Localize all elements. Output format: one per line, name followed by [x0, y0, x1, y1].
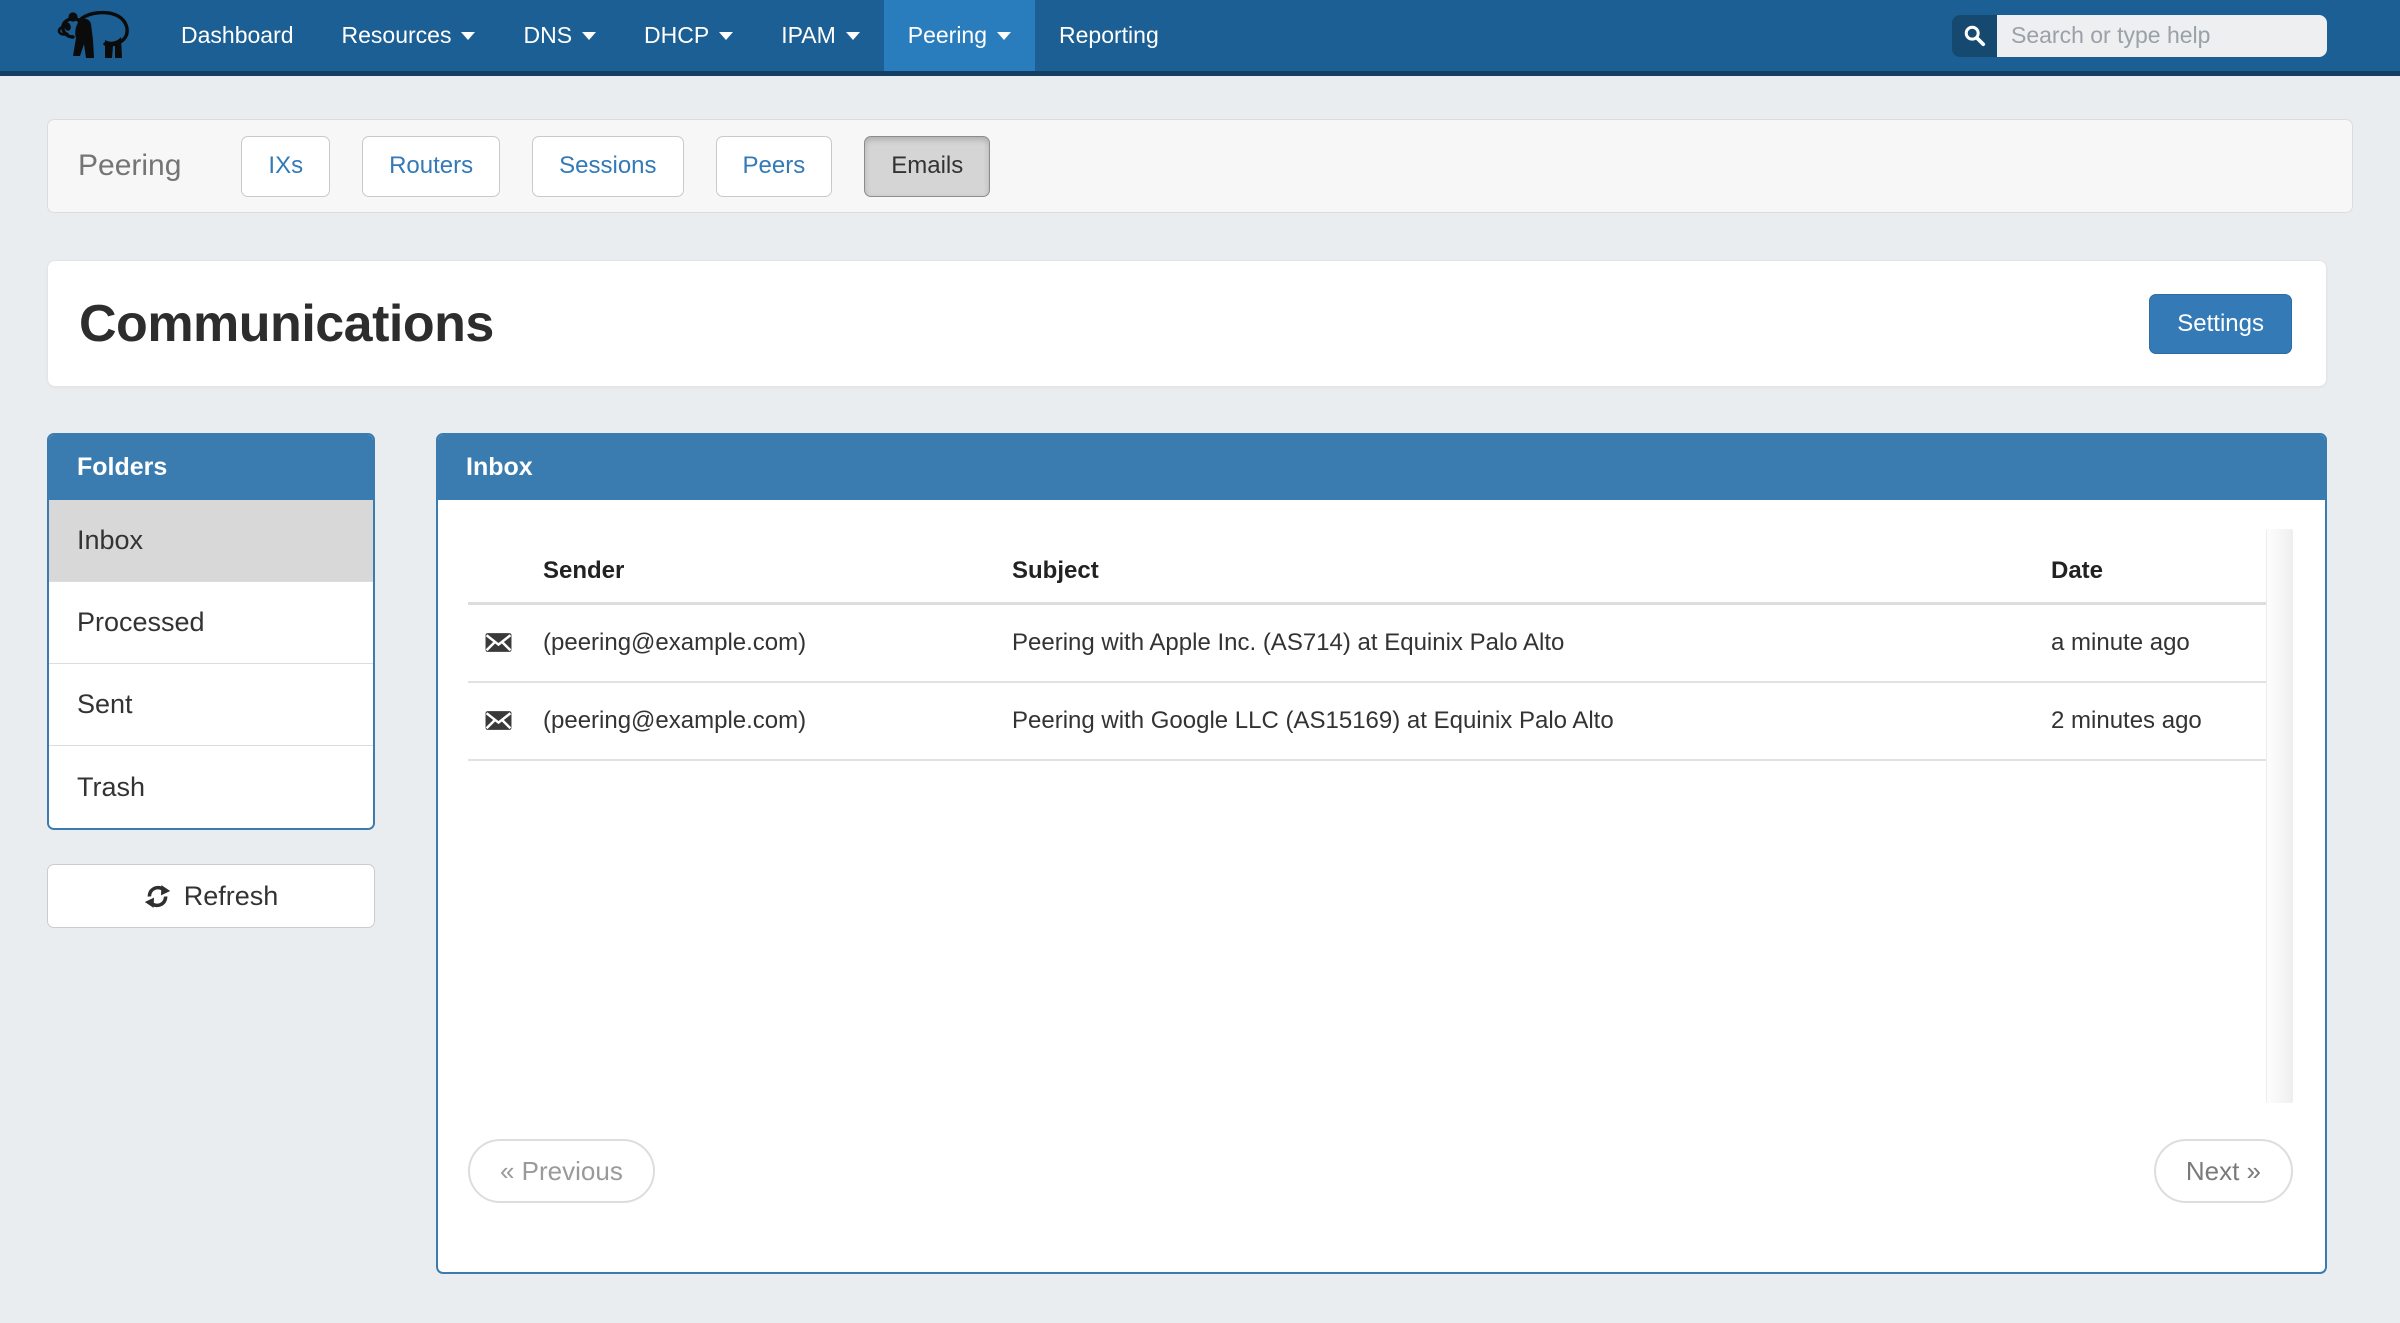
- tab-sessions[interactable]: Sessions: [532, 136, 683, 197]
- nav-item-dhcp[interactable]: DHCP: [620, 0, 757, 71]
- subnav-title: Peering: [78, 149, 181, 183]
- envelope-icon: [485, 632, 512, 653]
- folder-item-processed[interactable]: Processed: [49, 582, 373, 664]
- caret-down-icon: [461, 32, 475, 40]
- folder-item-sent[interactable]: Sent: [49, 664, 373, 746]
- nav-item-reporting[interactable]: Reporting: [1035, 0, 1183, 71]
- mail-date: a minute ago: [2051, 604, 2266, 682]
- search-input[interactable]: [1997, 15, 2327, 57]
- table-row[interactable]: (peering@example.com) Peering with Googl…: [468, 682, 2266, 760]
- tab-peers[interactable]: Peers: [716, 136, 833, 197]
- folder-item-trash[interactable]: Trash: [49, 746, 373, 828]
- nav-item-resources[interactable]: Resources: [318, 0, 500, 71]
- tab-emails[interactable]: Emails: [864, 136, 990, 197]
- table-row[interactable]: (peering@example.com) Peering with Apple…: [468, 604, 2266, 682]
- folders-panel-heading: Folders: [49, 435, 373, 500]
- top-navbar: Dashboard Resources DNS DHCP IPAM Peerin…: [0, 0, 2400, 76]
- folders-sidebar: Folders Inbox Processed Sent Trash Refre…: [47, 433, 375, 928]
- mail-table-header-row: Sender Subject Date: [468, 533, 2266, 604]
- inbox-panel: Inbox Sender Subject Date: [436, 433, 2327, 1274]
- pagination: « Previous Next »: [468, 1139, 2293, 1203]
- mail-icon-cell: [468, 682, 543, 760]
- caret-down-icon: [582, 32, 596, 40]
- caret-down-icon: [719, 32, 733, 40]
- search-icon: [1963, 24, 1986, 47]
- date-column-header: Date: [2051, 533, 2266, 604]
- mail-sender: (peering@example.com): [543, 604, 1012, 682]
- subject-column-header: Subject: [1012, 533, 2051, 604]
- tab-ixs[interactable]: IXs: [241, 136, 330, 197]
- folders-list: Inbox Processed Sent Trash: [49, 500, 373, 828]
- global-search: [1952, 15, 2327, 57]
- icon-column-header: [468, 533, 543, 604]
- nav-item-label: Dashboard: [181, 22, 294, 49]
- nav-item-peering[interactable]: Peering: [884, 0, 1035, 71]
- mail-icon-cell: [468, 604, 543, 682]
- folder-item-inbox[interactable]: Inbox: [49, 500, 373, 582]
- mail-date: 2 minutes ago: [2051, 682, 2266, 760]
- content-row: Folders Inbox Processed Sent Trash Refre…: [47, 433, 2327, 1274]
- nav-item-dns[interactable]: DNS: [499, 0, 620, 71]
- inbox-body: Sender Subject Date: [438, 500, 2325, 1272]
- main-nav: Dashboard Resources DNS DHCP IPAM Peerin…: [157, 0, 1183, 71]
- page-title: Communications: [79, 294, 494, 354]
- settings-button[interactable]: Settings: [2149, 294, 2292, 354]
- peering-toolbar: Peering IXs Routers Sessions Peers Email…: [47, 119, 2353, 213]
- mail-subject: Peering with Apple Inc. (AS714) at Equin…: [1012, 604, 2051, 682]
- folders-panel: Folders Inbox Processed Sent Trash: [47, 433, 375, 830]
- nav-item-dashboard[interactable]: Dashboard: [157, 0, 318, 71]
- page-header-panel: Communications Settings: [47, 260, 2327, 387]
- scrollbar-track[interactable]: [2266, 529, 2293, 1103]
- refresh-button-label: Refresh: [184, 881, 279, 912]
- refresh-button[interactable]: Refresh: [47, 864, 375, 928]
- caret-down-icon: [997, 32, 1011, 40]
- nav-item-label: Reporting: [1059, 22, 1159, 49]
- nav-item-label: DHCP: [644, 22, 709, 49]
- tab-routers[interactable]: Routers: [362, 136, 500, 197]
- nav-item-label: Peering: [908, 22, 987, 49]
- nav-item-label: DNS: [523, 22, 572, 49]
- mail-table-wrap: Sender Subject Date: [468, 533, 2293, 1103]
- mail-table: Sender Subject Date: [468, 533, 2266, 761]
- previous-page-button[interactable]: « Previous: [468, 1139, 655, 1203]
- nav-item-label: IPAM: [781, 22, 836, 49]
- panda-logo-icon: [55, 8, 135, 64]
- next-page-button[interactable]: Next »: [2154, 1139, 2293, 1203]
- mail-subject: Peering with Google LLC (AS15169) at Equ…: [1012, 682, 2051, 760]
- sender-column-header: Sender: [543, 533, 1012, 604]
- envelope-icon: [485, 710, 512, 731]
- inbox-panel-heading: Inbox: [438, 435, 2325, 500]
- refresh-icon: [144, 883, 171, 910]
- search-button[interactable]: [1952, 15, 1997, 57]
- nav-item-label: Resources: [342, 22, 452, 49]
- mail-sender: (peering@example.com): [543, 682, 1012, 760]
- caret-down-icon: [846, 32, 860, 40]
- nav-item-ipam[interactable]: IPAM: [757, 0, 884, 71]
